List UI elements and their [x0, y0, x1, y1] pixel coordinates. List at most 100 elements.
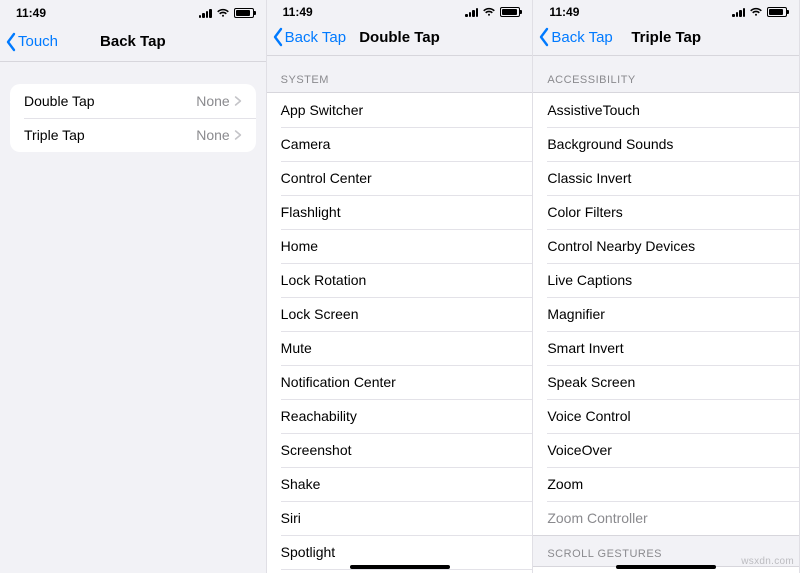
row-label: Speak Screen	[547, 374, 635, 390]
wifi-icon	[216, 8, 230, 18]
list-row[interactable]: Shake	[267, 467, 533, 501]
back-label: Back Tap	[551, 29, 612, 46]
list-row[interactable]: Siri	[267, 501, 533, 535]
list-row[interactable]: Zoom	[533, 467, 799, 501]
section-header: SYSTEM	[267, 56, 533, 92]
back-button[interactable]: Back Tap	[533, 27, 612, 47]
row-label: VoiceOver	[547, 442, 612, 458]
row-label: Classic Invert	[547, 170, 631, 186]
list-row[interactable]: Classic Invert	[533, 161, 799, 195]
battery-icon	[500, 7, 520, 17]
back-button[interactable]: Back Tap	[267, 27, 346, 47]
row-label: Camera	[281, 136, 331, 152]
status-bar: 11:49	[0, 0, 266, 22]
list-row[interactable]: Voice Control	[533, 399, 799, 433]
row-label: Live Captions	[547, 272, 632, 288]
signal-icon	[199, 9, 212, 18]
list-row[interactable]: Double Tap None	[10, 84, 256, 118]
status-icons	[732, 7, 787, 17]
list-row[interactable]: Volume Down	[267, 569, 533, 573]
status-time: 11:49	[283, 5, 313, 19]
list-row[interactable]: Control Center	[267, 161, 533, 195]
list-row[interactable]: Background Sounds	[533, 127, 799, 161]
chevron-left-icon	[271, 27, 285, 47]
content: Double Tap None Triple Tap None	[0, 62, 266, 573]
back-label: Back Tap	[285, 29, 346, 46]
chevron-right-icon	[234, 95, 242, 107]
list-row[interactable]: App Switcher	[267, 93, 533, 127]
row-value: None	[196, 93, 241, 109]
list-group: App Switcher Camera Control Center Flash…	[267, 92, 533, 573]
phone-screen: 11:49 Back Tap Double Tap SYSTEM App Swi…	[267, 0, 534, 573]
list-row[interactable]: Smart Invert	[533, 331, 799, 365]
status-icons	[199, 8, 254, 18]
nav-header: Touch Back Tap	[0, 22, 266, 62]
home-indicator	[350, 565, 450, 569]
row-label: Reachability	[281, 408, 357, 424]
chevron-left-icon	[4, 32, 18, 52]
row-label: Double Tap	[24, 93, 95, 109]
row-label: AssistiveTouch	[547, 102, 640, 118]
row-label: Triple Tap	[24, 127, 85, 143]
list-row[interactable]: Notification Center	[267, 365, 533, 399]
back-label: Touch	[18, 33, 58, 50]
status-bar: 11:49	[533, 0, 799, 20]
row-label: Screenshot	[281, 442, 352, 458]
list-row[interactable]: Magnifier	[533, 297, 799, 331]
row-label: Control Center	[281, 170, 372, 186]
list-row[interactable]: Mute	[267, 331, 533, 365]
list-row[interactable]: Lock Rotation	[267, 263, 533, 297]
list-row[interactable]: Speak Screen	[533, 365, 799, 399]
back-button[interactable]: Touch	[0, 32, 58, 52]
chevron-left-icon	[537, 27, 551, 47]
status-time: 11:49	[16, 6, 46, 20]
content: SYSTEM App Switcher Camera Control Cente…	[267, 56, 533, 573]
list-row[interactable]: AssistiveTouch	[533, 93, 799, 127]
row-label: Siri	[281, 510, 301, 526]
list-row[interactable]: Home	[267, 229, 533, 263]
row-label: Background Sounds	[547, 136, 673, 152]
nav-header: Back Tap Double Tap	[267, 20, 533, 56]
list-group: AssistiveTouch Background Sounds Classic…	[533, 92, 799, 536]
list-row[interactable]: Zoom Controller	[533, 501, 799, 535]
nav-header: Back Tap Triple Tap	[533, 20, 799, 56]
list-group: Double Tap None Triple Tap None	[10, 84, 256, 152]
chevron-right-icon	[234, 129, 242, 141]
row-label: Lock Rotation	[281, 272, 367, 288]
row-label: Home	[281, 238, 318, 254]
row-label: Mute	[281, 340, 312, 356]
wifi-icon	[749, 7, 763, 17]
list-row[interactable]: Lock Screen	[267, 297, 533, 331]
phone-screen: 11:49 Touch Back Tap Double Tap None Trip…	[0, 0, 267, 573]
status-icons	[465, 7, 520, 17]
list-row[interactable]: Live Captions	[533, 263, 799, 297]
row-value: None	[196, 127, 241, 143]
section-header: ACCESSIBILITY	[533, 56, 799, 92]
row-label: Lock Screen	[281, 306, 359, 322]
row-label: Smart Invert	[547, 340, 623, 356]
row-label: Control Nearby Devices	[547, 238, 695, 254]
status-time: 11:49	[549, 5, 579, 19]
row-label: Notification Center	[281, 374, 396, 390]
battery-icon	[234, 8, 254, 18]
content: ACCESSIBILITY AssistiveTouch Background …	[533, 56, 799, 573]
list-row[interactable]: Triple Tap None	[10, 118, 256, 152]
row-label: Zoom Controller	[547, 510, 647, 526]
list-row[interactable]: Reachability	[267, 399, 533, 433]
signal-icon	[732, 8, 745, 17]
list-row[interactable]: Camera	[267, 127, 533, 161]
phone-screen: 11:49 Back Tap Triple Tap ACCESSIBILITY …	[533, 0, 800, 573]
wifi-icon	[482, 7, 496, 17]
row-label: Spotlight	[281, 544, 335, 560]
row-label: Magnifier	[547, 306, 605, 322]
home-indicator	[616, 565, 716, 569]
list-row[interactable]: Color Filters	[533, 195, 799, 229]
list-row[interactable]: VoiceOver	[533, 433, 799, 467]
list-row[interactable]: Screenshot	[267, 433, 533, 467]
list-row[interactable]: Flashlight	[267, 195, 533, 229]
list-row[interactable]: Control Nearby Devices	[533, 229, 799, 263]
list-row[interactable]: Spotlight	[267, 535, 533, 569]
signal-icon	[465, 8, 478, 17]
row-label: Flashlight	[281, 204, 341, 220]
battery-icon	[767, 7, 787, 17]
